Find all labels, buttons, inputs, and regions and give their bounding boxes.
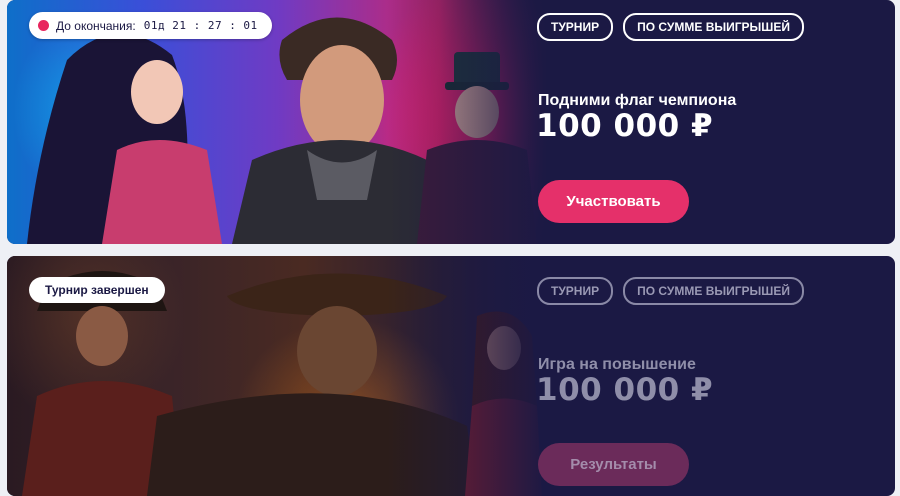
tag-tournament: ТУРНИР <box>537 277 614 305</box>
tournament-tags: ТУРНИР ПО СУММЕ ВЫИГРЫШЕЙ <box>537 277 804 305</box>
tournament-card-active[interactable]: До окончания: 01д 21 : 27 : 01 ТУРНИР ПО… <box>7 0 895 244</box>
tag-winnings-sum: ПО СУММЕ ВЫИГРЫШЕЙ <box>623 277 804 305</box>
live-dot-icon <box>38 20 49 31</box>
banner-fade <box>387 0 547 244</box>
results-button[interactable]: Результаты <box>538 443 689 486</box>
tag-winnings-sum: ПО СУММЕ ВЫИГРЫШЕЙ <box>623 13 804 41</box>
tournament-card-finished[interactable]: Турнир завершен ТУРНИР ПО СУММЕ ВЫИГРЫШЕ… <box>7 256 895 496</box>
countdown-label: До окончания: <box>56 18 136 33</box>
tag-tournament: ТУРНИР <box>537 13 614 41</box>
prize-amount: 100 000 ₽ <box>536 372 714 408</box>
participate-button[interactable]: Участвовать <box>538 180 689 223</box>
banner-fade <box>387 256 547 496</box>
countdown-badge: До окончания: 01д 21 : 27 : 01 <box>29 12 272 39</box>
tournament-tags: ТУРНИР ПО СУММЕ ВЫИГРЫШЕЙ <box>537 13 804 41</box>
prize-amount: 100 000 ₽ <box>536 108 714 144</box>
finished-badge: Турнир завершен <box>29 277 165 303</box>
countdown-value: 01д 21 : 27 : 01 <box>143 19 258 32</box>
